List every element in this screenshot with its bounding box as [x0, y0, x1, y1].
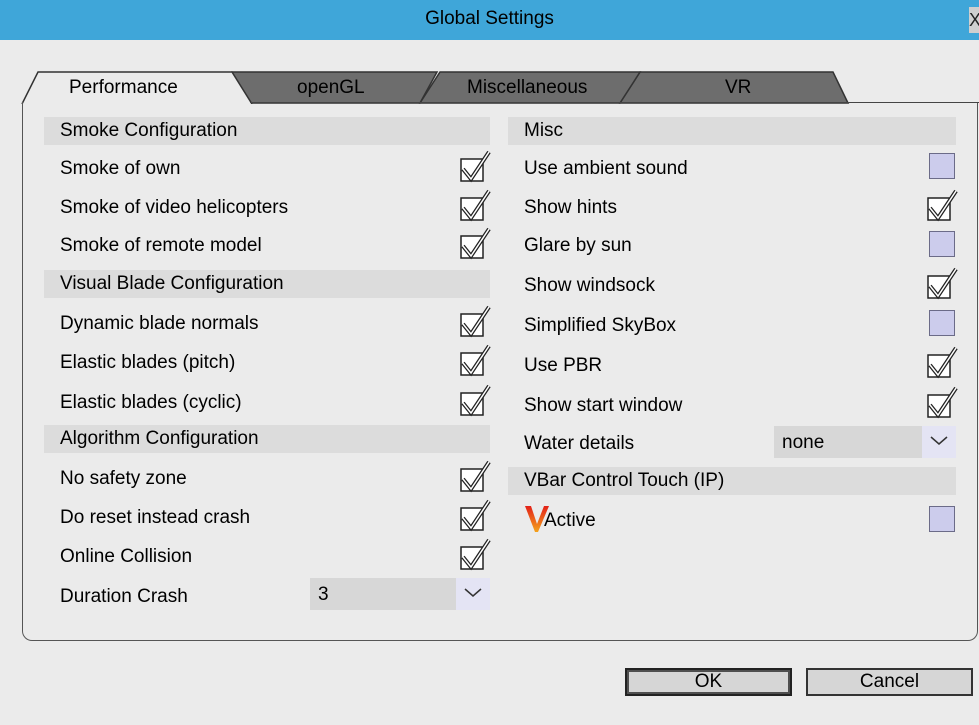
smoke-video-helicopters-label: Smoke of video helicopters: [60, 197, 289, 218]
vbar-active-label: Active: [544, 510, 596, 531]
dynamic-blade-normals-checkbox[interactable]: [458, 305, 492, 339]
checkmark-icon: [460, 538, 491, 571]
show-windsock-label: Show windsock: [524, 275, 655, 296]
checkmark-icon: [460, 189, 491, 222]
tab-miscellaneous-label: Miscellaneous: [467, 77, 588, 98]
water-details-select[interactable]: none: [774, 426, 956, 458]
vbar-active-checkbox[interactable]: [929, 506, 955, 532]
duration-crash-label: Duration Crash: [60, 586, 188, 607]
misc-header: Misc: [508, 117, 956, 145]
visual-blade-configuration-header: Visual Blade Configuration: [44, 270, 490, 298]
tab-performance-label: Performance: [69, 77, 178, 98]
chevron-down-icon[interactable]: [456, 578, 490, 610]
checkmark-icon: [460, 384, 491, 417]
panel-top-border: [250, 102, 979, 103]
elastic-blades-pitch-checkbox[interactable]: [458, 344, 492, 378]
simplified-skybox-label: Simplified SkyBox: [524, 315, 677, 336]
checkmark-icon: [460, 460, 491, 493]
use-pbr-label: Use PBR: [524, 355, 603, 376]
elastic-blades-cyclic-label: Elastic blades (cyclic): [60, 392, 242, 413]
use-pbr-checkbox[interactable]: [925, 346, 959, 380]
checkmark-icon: [927, 346, 958, 379]
show-start-window-checkbox[interactable]: [925, 386, 959, 420]
vbar-control-touch-header: VBar Control Touch (IP): [508, 467, 956, 495]
checkmark-icon: [927, 189, 958, 222]
checkmark-icon: [460, 150, 491, 183]
glare-by-sun-label: Glare by sun: [524, 235, 632, 256]
checkmark-icon: [460, 344, 491, 377]
checkmark-icon: [460, 305, 491, 338]
checkmark-icon: [927, 267, 958, 300]
close-icon[interactable]: X: [969, 7, 979, 33]
checkmark-icon: [927, 386, 958, 419]
show-hints-label: Show hints: [524, 197, 617, 218]
online-collision-label: Online Collision: [60, 546, 193, 567]
show-start-window-label: Show start window: [524, 395, 683, 416]
smoke-configuration-header: Smoke Configuration: [44, 117, 490, 145]
smoke-of-own-checkbox[interactable]: [458, 150, 492, 184]
water-details-value: none: [782, 432, 825, 453]
smoke-remote-model-checkbox[interactable]: [458, 227, 492, 261]
tab-vr-label: VR: [725, 77, 752, 98]
glare-by-sun-checkbox[interactable]: [929, 231, 955, 257]
no-safety-zone-checkbox[interactable]: [458, 460, 492, 494]
no-safety-zone-label: No safety zone: [60, 468, 187, 489]
do-reset-instead-crash-label: Do reset instead crash: [60, 507, 251, 528]
smoke-of-own-label: Smoke of own: [60, 158, 181, 179]
dynamic-blade-normals-label: Dynamic blade normals: [60, 313, 259, 334]
ok-button[interactable]: OK: [625, 668, 792, 696]
window-title: Global Settings: [425, 8, 554, 29]
show-windsock-checkbox[interactable]: [925, 267, 959, 301]
smoke-remote-model-label: Smoke of remote model: [60, 235, 262, 256]
do-reset-instead-crash-checkbox[interactable]: [458, 499, 492, 533]
use-ambient-sound-checkbox[interactable]: [929, 153, 955, 179]
tab-opengl-label: openGL: [297, 77, 365, 98]
cancel-button[interactable]: Cancel: [806, 668, 973, 696]
water-details-label: Water details: [524, 433, 635, 454]
elastic-blades-pitch-label: Elastic blades (pitch): [60, 352, 236, 373]
elastic-blades-cyclic-checkbox[interactable]: [458, 384, 492, 418]
chevron-down-icon[interactable]: [922, 426, 956, 458]
checkmark-icon: [460, 499, 491, 532]
online-collision-checkbox[interactable]: [458, 538, 492, 572]
duration-crash-value: 3: [318, 584, 329, 605]
simplified-skybox-checkbox[interactable]: [929, 310, 955, 336]
title-bar: Global Settings X: [0, 0, 979, 40]
smoke-video-helicopters-checkbox[interactable]: [458, 189, 492, 223]
use-ambient-sound-label: Use ambient sound: [524, 158, 688, 179]
duration-crash-select[interactable]: 3: [310, 578, 490, 610]
show-hints-checkbox[interactable]: [925, 189, 959, 223]
checkmark-icon: [460, 227, 491, 260]
algorithm-configuration-header: Algorithm Configuration: [44, 425, 490, 453]
